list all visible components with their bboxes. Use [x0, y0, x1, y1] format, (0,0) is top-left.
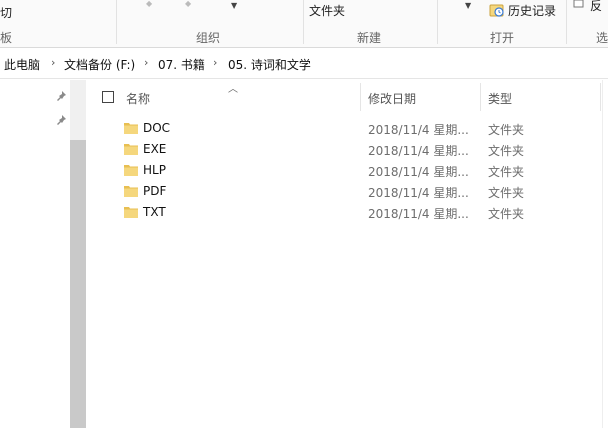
folder-icon — [124, 207, 138, 218]
column-separator[interactable] — [360, 83, 361, 111]
list-item[interactable]: EXE 2018/11/4 星期... 文件夹 — [86, 139, 608, 160]
ribbon-organize-group: 组织 — [196, 31, 221, 45]
file-type: 文件夹 — [488, 144, 525, 158]
ribbon-separator — [116, 0, 117, 44]
breadcrumb-item-current[interactable]: 05. 诗词和文学 — [228, 56, 311, 73]
select-icon — [573, 0, 584, 8]
navigation-pane — [0, 80, 70, 428]
pin-icon[interactable] — [55, 90, 67, 102]
chevron-right-icon[interactable]: › — [213, 56, 217, 69]
column-separator[interactable] — [600, 83, 601, 111]
folder-icon — [124, 186, 138, 197]
breadcrumb-item[interactable]: 07. 书籍 — [158, 56, 205, 73]
file-name[interactable]: EXE — [143, 142, 166, 156]
file-date: 2018/11/4 星期... — [368, 207, 469, 221]
pin-icon[interactable] — [55, 114, 67, 126]
folder-icon — [124, 123, 138, 134]
list-item[interactable]: TXT 2018/11/4 星期... 文件夹 — [86, 202, 608, 223]
file-name[interactable]: TXT — [143, 205, 166, 219]
file-type: 文件夹 — [488, 165, 525, 179]
ribbon-select-group-partial: 选 — [596, 31, 608, 45]
column-header-date[interactable]: 修改日期 — [368, 90, 416, 107]
ribbon-separator — [303, 0, 304, 44]
file-type: 文件夹 — [488, 207, 525, 221]
history-icon — [489, 4, 504, 17]
column-separator[interactable] — [480, 83, 481, 111]
select-all-checkbox[interactable] — [102, 91, 114, 103]
ribbon-new-group: 新建 — [357, 31, 382, 45]
file-type: 文件夹 — [488, 123, 525, 137]
file-type: 文件夹 — [488, 186, 525, 200]
file-date: 2018/11/4 星期... — [368, 123, 469, 137]
chevron-down-icon[interactable]: ▼ — [465, 2, 471, 10]
breadcrumb-item[interactable]: 此电脑 — [4, 56, 40, 73]
history-button[interactable]: 历史记录 — [508, 2, 556, 19]
column-header-type[interactable]: 类型 — [488, 90, 512, 107]
sort-ascending-icon: ︿ — [228, 84, 238, 95]
ribbon-separator — [437, 0, 438, 44]
ribbon-partial-icon[interactable]: ◆ — [146, 0, 152, 8]
ribbon: 切 板 ◆ ◆ ▼ 组织 文件夹 新建 ▼ 历史记录 打开 反 选 — [0, 0, 608, 48]
file-list: ︿ 名称 修改日期 类型 DOC 2018/11/4 星期... 文件夹 EXE 201… — [86, 80, 608, 428]
column-header-name[interactable]: 名称 — [126, 90, 150, 107]
list-item[interactable]: PDF 2018/11/4 星期... 文件夹 — [86, 181, 608, 202]
chevron-right-icon[interactable]: › — [144, 56, 148, 69]
file-date: 2018/11/4 星期... — [368, 144, 469, 158]
file-name[interactable]: DOC — [143, 121, 170, 135]
ribbon-separator — [566, 0, 567, 44]
new-folder-button[interactable]: 文件夹 — [309, 2, 345, 19]
list-item[interactable]: DOC 2018/11/4 星期... 文件夹 — [86, 118, 608, 139]
file-name[interactable]: PDF — [143, 184, 166, 198]
breadcrumb-item[interactable]: 文档备份 (F:) — [64, 56, 135, 73]
chevron-right-icon[interactable]: › — [51, 56, 55, 69]
ribbon-select-top-partial[interactable]: 反 — [590, 0, 602, 14]
file-date: 2018/11/4 星期... — [368, 165, 469, 179]
ribbon-partial-icon[interactable]: ◆ — [185, 0, 191, 8]
chevron-down-icon[interactable]: ▼ — [231, 2, 237, 10]
ribbon-left-top-partial[interactable]: 切 — [0, 4, 12, 21]
ribbon-open-group: 打开 — [490, 31, 515, 45]
file-date: 2018/11/4 星期... — [368, 186, 469, 200]
nav-scrollbar-thumb[interactable] — [70, 140, 86, 428]
folder-icon — [124, 144, 138, 155]
list-scrollbar[interactable] — [602, 80, 608, 428]
folder-icon — [124, 165, 138, 176]
address-bar[interactable]: 此电脑 › 文档备份 (F:) › 07. 书籍 › 05. 诗词和文学 — [0, 49, 608, 79]
file-name[interactable]: HLP — [143, 163, 166, 177]
ribbon-clipboard-group-partial: 板 — [0, 31, 13, 45]
list-item[interactable]: HLP 2018/11/4 星期... 文件夹 — [86, 160, 608, 181]
